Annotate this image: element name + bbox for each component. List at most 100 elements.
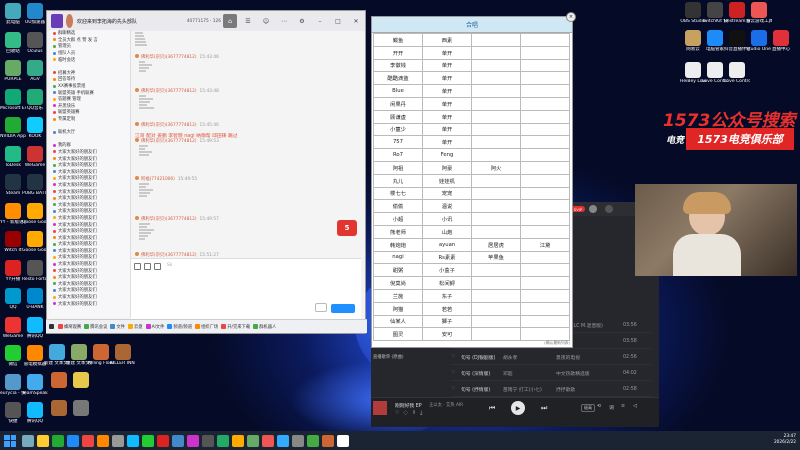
roster-cell[interactable]	[520, 288, 570, 303]
group-list-item[interactable]: 专属定制	[50, 116, 130, 123]
roster-cell[interactable]: 阿猫	[373, 301, 423, 316]
roster-cell[interactable]: 小盒子	[422, 263, 472, 278]
roster-cell[interactable]: 居居虎	[471, 237, 521, 252]
roster-cell[interactable]	[520, 148, 570, 162]
roster-cell[interactable]: Blue	[373, 84, 423, 98]
group-list-item[interactable]: 大家大家好的朋友们	[50, 287, 130, 294]
group-list-item[interactable]: 大家大家好的朋友们	[50, 228, 130, 235]
desktop-icon[interactable]: Goose Goose Duck	[22, 202, 48, 225]
taskbar-app-icon[interactable]	[141, 434, 154, 447]
group-list-item[interactable]: 大家大家好的朋友们	[50, 281, 130, 288]
group-list-item[interactable]: 大家大家好的朋友们	[50, 162, 130, 169]
track-row[interactable]: ♡ 句号 (抒情版) 苗雨宁 打工(小七) 抒抒歌歌 02:58	[451, 382, 651, 397]
emoji-icon[interactable]	[134, 263, 141, 270]
taskbar-clock[interactable]: 23:47 2026/2/22	[774, 434, 796, 446]
roster-cell[interactable]: 仙某人	[373, 314, 423, 329]
roster-cell[interactable]	[520, 122, 570, 137]
roster-cell[interactable]: 阿豪	[422, 160, 472, 175]
roster-cell[interactable]	[471, 33, 521, 47]
roster-cell[interactable]	[471, 224, 521, 239]
group-list-item[interactable]: 答题赛 管理	[50, 96, 130, 103]
roster-cell[interactable]	[471, 314, 521, 329]
share-icon[interactable]: ⇪	[412, 410, 416, 416]
roster-cell[interactable]: 顾谦虚	[373, 109, 423, 124]
roster-cell[interactable]	[471, 288, 521, 303]
roster-cell[interactable]	[520, 276, 570, 290]
group-list-item[interactable]: 大家大家好的朋友们	[50, 241, 130, 248]
roster-window[interactable]: 合唱 鲅鱼 西素 开开 单开 李徽钱 单开 酷酷滴蓝 单开 Blue 单开 闲果丹 单开 顾谦虚 单开 小童…	[371, 16, 573, 348]
roster-cell[interactable]: 温说	[422, 199, 472, 214]
taskbar-app-icon[interactable]	[306, 434, 319, 447]
next-button[interactable]: ⏭	[541, 404, 547, 413]
roster-cell[interactable]: 小讯	[422, 212, 472, 226]
roster-cell[interactable]	[471, 96, 521, 111]
roster-cell[interactable]	[520, 135, 570, 150]
group-list-item[interactable]: 全员大群 点 赞 发 言	[50, 37, 130, 44]
group-list-item[interactable]: 大家大家好的朋友们	[50, 168, 130, 175]
taskbar-app-icon[interactable]	[96, 434, 109, 447]
group-list-item[interactable]: 组队人员	[50, 50, 130, 57]
roster-cell[interactable]: 小超	[373, 212, 423, 226]
taskbar-app-icon[interactable]	[276, 434, 289, 447]
desktop-icon[interactable]: Resto Fortune	[22, 259, 48, 282]
taskbar-app-icon[interactable]	[261, 434, 274, 447]
roster-cell[interactable]	[471, 122, 521, 137]
desktop-icon[interactable]: U-BANK	[22, 288, 48, 310]
roster-cell[interactable]: 兰施	[373, 288, 423, 303]
roster-cell[interactable]: 单开	[422, 45, 472, 60]
compose-area[interactable]: Sk	[131, 258, 361, 319]
group-list-item[interactable]: 大家大家好的朋友们	[50, 201, 130, 208]
group-list-item[interactable]	[50, 63, 130, 70]
group-list-item[interactable]: 招募大神	[50, 70, 130, 77]
roster-cell[interactable]: Feng	[422, 148, 472, 162]
chat-tab-button[interactable]: ☰	[241, 14, 255, 28]
comment-icon[interactable]: ◌	[403, 410, 407, 416]
group-list-item[interactable]: 群聊精选	[50, 30, 130, 37]
roster-cell[interactable]	[471, 199, 521, 214]
roster-cell[interactable]: 单开	[422, 71, 472, 86]
playlist-icon[interactable]: ≡	[621, 404, 625, 409]
roster-cell[interactable]	[471, 148, 521, 162]
roster-cell[interactable]: 楼七七	[373, 186, 423, 201]
roster-cell[interactable]: 757	[373, 135, 423, 150]
sticker-5-badge[interactable]: 5	[337, 220, 357, 236]
home-button[interactable]: ⌂	[223, 14, 237, 28]
roster-cell[interactable]: 单开	[422, 96, 472, 111]
group-list-item[interactable]: 回答等待	[50, 76, 130, 83]
roster-cell[interactable]	[471, 263, 521, 278]
taskbar-app-icon[interactable]	[126, 434, 139, 447]
user-avatar[interactable]	[589, 205, 597, 213]
roster-cell[interactable]	[520, 109, 570, 124]
roster-cell[interactable]: 东子	[422, 288, 472, 303]
group-list-item[interactable]: 大家大家好的朋友们	[50, 294, 130, 301]
desktop-icon[interactable]: 雷云游戏工具	[746, 2, 772, 24]
taskbar-app-icon[interactable]	[51, 434, 64, 447]
settings-icon[interactable]: ⚙	[295, 14, 309, 28]
people-button[interactable]: ☺	[259, 14, 273, 28]
roster-cell[interactable]: Rs素素	[422, 250, 472, 265]
roster-cell[interactable]: 阿火	[471, 160, 521, 175]
taskbar-app-icon[interactable]	[291, 434, 304, 447]
group-list-item[interactable]: 大家大家好的朋友们	[50, 155, 130, 162]
roster-cell[interactable]	[471, 58, 521, 73]
roster-cell[interactable]	[520, 173, 570, 188]
roster-cell[interactable]: 韩炮炮	[373, 237, 423, 252]
roster-cell[interactable]: 闲果丹	[373, 96, 423, 111]
desktop-icon[interactable]: WeGame	[22, 145, 48, 168]
roster-cell[interactable]: 单开	[422, 122, 472, 137]
roster-cell[interactable]	[520, 160, 570, 175]
desktop-icon[interactable]	[68, 400, 94, 417]
track-like-icon[interactable]: ♡	[451, 387, 455, 392]
roster-cell[interactable]	[520, 314, 570, 329]
group-list-item[interactable]: 联机大厅	[50, 129, 130, 136]
roster-cell[interactable]	[471, 45, 521, 60]
send-options-button[interactable]	[315, 303, 327, 312]
roster-cell[interactable]	[520, 45, 570, 60]
group-list-item[interactable]: 大家大家好的朋友们	[50, 188, 130, 195]
roster-cell[interactable]	[471, 301, 521, 316]
chat-bar-item[interactable]: 蜂窝观赛	[58, 324, 81, 330]
roster-cell[interactable]: 单开	[422, 109, 472, 124]
file-icon[interactable]	[154, 263, 161, 270]
roster-cell[interactable]: 獅子	[422, 314, 472, 329]
roster-cell[interactable]	[471, 327, 521, 342]
